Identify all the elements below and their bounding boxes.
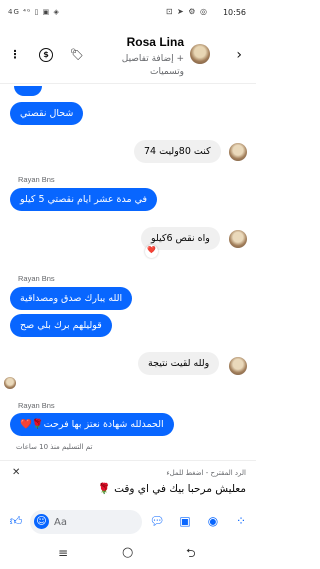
sender-name: Rayan Bns <box>18 401 55 410</box>
apps-grid-icon[interactable]: ⁘ <box>233 513 249 529</box>
suggested-reply-text[interactable]: معليش مرحبا بيك في اي وقت 🌹 <box>98 482 246 495</box>
recent-apps-icon[interactable]: ≡ <box>58 546 68 560</box>
contact-name[interactable]: Rosa Lina <box>127 35 184 49</box>
message-bubble-incoming[interactable]: الحمدلله شهادة نعتز بها فرحت🌹❤️ <box>10 413 174 436</box>
status-bar: 4G ⁴ᴳ ▯ ▣ ◈ ⊡ ➤ ⚙ ◎ 10:56 <box>0 0 256 26</box>
home-icon[interactable]: ○ <box>122 546 133 560</box>
chat-bubble-icon[interactable]: 💬︎ <box>149 513 165 529</box>
status-indicators-left: 4G ⁴ᴳ ▯ ▣ ◈ <box>8 8 60 16</box>
suggested-reply-hint: الرد المقترح - اضغط للملء <box>166 469 246 477</box>
sender-name: Rayan Bns <box>18 175 55 184</box>
status-time: 10:56 <box>222 8 246 17</box>
image-icon[interactable]: ▣ <box>177 513 193 529</box>
status-indicators-right: ⊡ ➤ ⚙ ◎ <box>165 7 208 16</box>
emoji-icon[interactable]: ☺ <box>34 514 49 529</box>
add-details-link[interactable]: + إضافة تفاصيل وتسميات <box>96 53 184 79</box>
more-vertical-icon[interactable]: ⋮ <box>8 48 22 62</box>
message-bubble-incoming[interactable]: الله يبارك صدق ومصداقية <box>10 287 133 310</box>
message-bubble-outgoing[interactable]: ولله لقيت نتيجة <box>138 352 220 375</box>
message-bubble-partial[interactable] <box>14 86 42 96</box>
thumbs-up-icon[interactable]: 👍︎ <box>8 513 24 529</box>
suggested-reply-panel: ✕ الرد المقترح - اضغط للملء معليش مرحبا … <box>0 460 256 508</box>
heart-reaction[interactable]: ❤️ <box>145 245 158 258</box>
sender-avatar <box>229 143 247 161</box>
close-icon[interactable]: ✕ <box>12 467 20 478</box>
contact-avatar[interactable] <box>190 44 210 64</box>
sender-avatar <box>229 230 247 248</box>
dollar-icon[interactable]: $ <box>39 48 53 62</box>
message-bubble-incoming[interactable]: في مدة عشر ايام نقصتي 5 كيلو <box>10 188 158 211</box>
delivered-status: تم التسليم منذ 10 ساعات <box>16 443 93 451</box>
conversation-header: ⋮ $ 🏷︎ Rosa Lina + إضافة تفاصيل وتسميات … <box>0 26 256 84</box>
message-bubble-incoming[interactable]: قوليلهم برك بلي صح <box>10 314 112 337</box>
message-bubble-incoming[interactable]: شحال نقصتي <box>10 102 84 125</box>
message-input[interactable] <box>54 513 134 531</box>
back-icon[interactable]: ⮌ <box>186 546 196 560</box>
sender-name: Rayan Bns <box>18 274 55 283</box>
chevron-right-icon[interactable]: › <box>236 48 242 62</box>
sender-avatar <box>229 357 247 375</box>
message-bubble-outgoing[interactable]: كنت 80وليت 74 <box>134 140 221 163</box>
system-nav-bar: ≡ ○ ⮌ <box>0 537 256 569</box>
message-composer: 👍︎ ☺ 💬︎ ▣ ◉ ⁘ <box>0 507 256 537</box>
seen-avatar <box>4 377 16 389</box>
tag-icon[interactable]: 🏷︎ <box>70 48 84 62</box>
message-input-box[interactable]: ☺ <box>30 510 142 534</box>
camera-icon[interactable]: ◉ <box>205 513 221 529</box>
